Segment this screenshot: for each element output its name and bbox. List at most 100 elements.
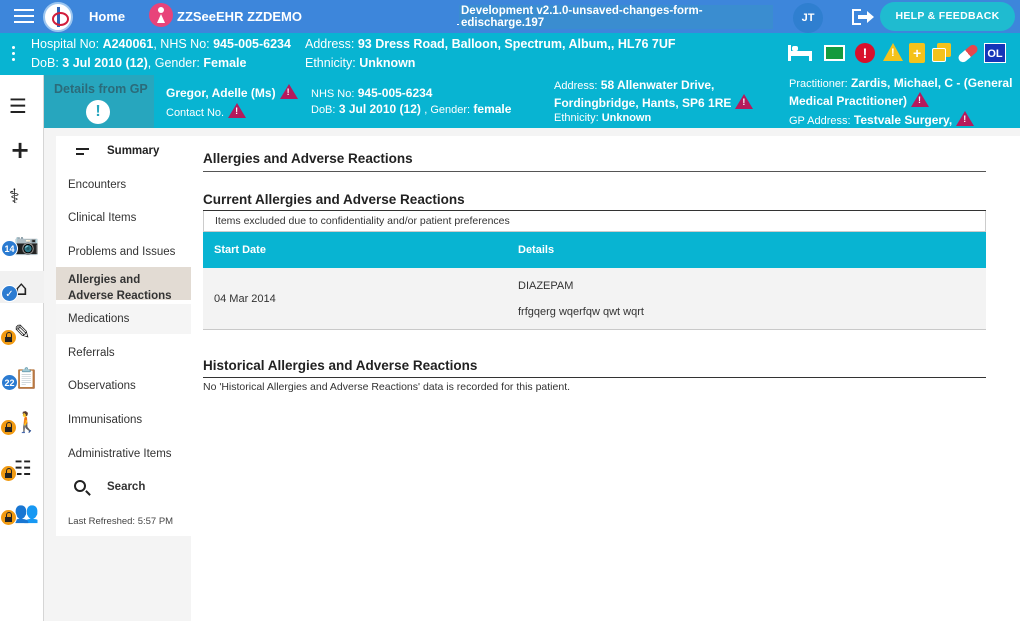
checklist-icon: ☷: [14, 456, 32, 480]
gp-surgery-label: GP Address:: [789, 115, 851, 127]
alert-icon[interactable]: !: [855, 43, 875, 63]
banner-line-2: DoB: 3 Jul 2010 (12), Gender: Female: [31, 56, 247, 70]
nav-label: Allergies and Adverse Reactions: [68, 274, 172, 302]
gp-practitioner-2: Medical Practitioner): [789, 92, 930, 108]
app-logo: [43, 2, 73, 32]
gp-ethnicity-label: Ethnicity:: [554, 112, 599, 124]
green-status-icon[interactable]: [824, 45, 845, 61]
row-detail-note: frfgqerg wqerfqw qwt wqrt: [518, 306, 644, 318]
row-detail-name: DIAZEPAM: [518, 280, 574, 292]
ol-badge[interactable]: OL: [984, 43, 1006, 63]
table-row[interactable]: 04 Mar 2014 DIAZEPAM frfgqerg wqerfqw qw…: [203, 268, 986, 330]
nav-referrals[interactable]: Referrals: [56, 338, 191, 368]
main-content: Allergies and Adverse Reactions Current …: [191, 136, 1020, 621]
stethoscope-icon: ⚕: [9, 184, 20, 208]
rail-list-item[interactable]: ☰: [0, 89, 44, 119]
rail-home-item[interactable]: ⌂ ✓: [0, 271, 44, 303]
address-label: Address:: [305, 37, 355, 51]
column-details[interactable]: Details: [518, 244, 554, 256]
gp-dob-value: 3 Jul 2010 (12): [338, 102, 421, 116]
nav-search-label: Search: [107, 481, 146, 493]
historical-empty-message: No 'Historical Allergies and Adverse Rea…: [203, 381, 571, 393]
rail-photos-item[interactable]: 📷 14: [0, 227, 44, 257]
home-link[interactable]: Home: [89, 9, 125, 24]
rail-clinical-item[interactable]: ⚕: [0, 179, 44, 209]
warning-triangle-icon[interactable]: [911, 92, 930, 107]
record-nav-panel: Summary Encounters Clinical Items Proble…: [56, 136, 191, 536]
gp-address: Address: 58 Allenwater Drive,: [554, 78, 714, 92]
banner-ethnicity: Ethnicity: Unknown: [305, 56, 415, 70]
gp-address-line2: Fordingbridge, Hants, SP6 1RE: [554, 96, 732, 110]
patient-name[interactable]: ZZSeeEHR ZZDEMO: [177, 9, 302, 24]
nav-summary[interactable]: Summary: [56, 136, 191, 168]
photos-count-badge: 14: [1, 240, 18, 257]
environment-box: Development v2.1.0-unsaved-changes-form-…: [457, 3, 773, 29]
gp-practitioner-label: Practitioner:: [789, 78, 848, 90]
info-alert-icon[interactable]: !: [86, 100, 110, 124]
lock-icon: [0, 419, 17, 436]
warning-triangle-icon[interactable]: [956, 111, 975, 126]
warning-icon[interactable]: !: [883, 43, 903, 61]
banner-address: Address: 93 Dress Road, Balloon, Spectru…: [305, 37, 676, 51]
plus-icon: +: [10, 136, 31, 164]
nav-administrative-items[interactable]: Administrative Items: [56, 439, 191, 469]
warning-triangle-icon[interactable]: [735, 94, 754, 109]
page-title: Allergies and Adverse Reactions: [203, 151, 413, 166]
patient-banner: Hospital No: A240061, NHS No: 945-005-62…: [0, 33, 1020, 75]
user-avatar[interactable]: JT: [793, 3, 823, 33]
gp-address-2: Fordingbridge, Hants, SP6 1RE: [554, 94, 754, 110]
more-options-icon[interactable]: [12, 46, 16, 64]
nav-immunisations[interactable]: Immunisations: [56, 405, 191, 435]
rail-add-item[interactable]: +: [0, 135, 44, 165]
column-start-date[interactable]: Start Date: [214, 244, 266, 256]
ethnicity-value: Unknown: [359, 56, 416, 70]
camera-icon: 📷: [14, 232, 39, 256]
gp-nhs: NHS No: 945-005-6234: [311, 86, 432, 100]
medication-pill-icon[interactable]: [956, 42, 980, 65]
nav-observations[interactable]: Observations: [56, 371, 191, 401]
nav-allergies[interactable]: Allergies and Adverse Reactions: [56, 267, 191, 302]
help-feedback-button[interactable]: HELP & FEEDBACK: [880, 2, 1015, 31]
rail-meeting-item[interactable]: 👥: [0, 495, 44, 526]
nav-label: Medications: [68, 313, 130, 325]
nav-clinical-items[interactable]: Clinical Items: [56, 203, 191, 233]
last-refreshed: Last Refreshed: 5:57 PM: [68, 516, 174, 527]
rail-checklist-item[interactable]: ☷: [0, 451, 44, 482]
gp-name-value: Gregor, Adelle (Ms): [166, 86, 276, 100]
row-start-date: 04 Mar 2014: [214, 293, 276, 305]
rail-notes-item[interactable]: ✎: [0, 315, 44, 346]
nav-summary-label: Summary: [107, 145, 160, 157]
gp-address-line1: 58 Allenwater Drive,: [600, 78, 715, 92]
gp-ethnicity: Ethnicity: Unknown: [554, 112, 651, 124]
address-value: 93 Dress Road, Balloon, Spectrum, Album,…: [357, 37, 676, 51]
lock-icon: [0, 465, 17, 482]
nav-label: Observations: [68, 380, 136, 392]
current-allergies-title: Current Allergies and Adverse Reactions: [203, 192, 465, 207]
menu-icon[interactable]: [14, 9, 34, 24]
environment-label: Development v2.1.0-unsaved-changes-form-…: [459, 5, 773, 29]
nav-encounters[interactable]: Encounters: [56, 170, 191, 200]
nav-search[interactable]: Search: [56, 472, 191, 502]
top-bar: Home ZZSeeEHR ZZDEMO Development v2.1.0-…: [0, 0, 1020, 33]
nav-label: Immunisations: [68, 414, 143, 426]
rail-discharge-item[interactable]: 🚶: [0, 405, 44, 436]
nav-label: Encounters: [68, 179, 127, 191]
bed-icon[interactable]: [787, 43, 813, 63]
tasks-count-badge: 22: [1, 374, 18, 391]
gp-details-title: Details from GP: [54, 82, 148, 96]
list-icon: ☰: [9, 94, 27, 118]
rail-tasks-item[interactable]: 📋 22: [0, 361, 44, 391]
nav-problems-issues[interactable]: Problems and Issues: [56, 237, 191, 267]
documents-icon[interactable]: [932, 43, 952, 63]
check-badge: ✓: [1, 285, 18, 302]
warning-triangle-icon[interactable]: [279, 84, 298, 99]
medical-record-icon[interactable]: [909, 43, 925, 63]
lock-icon: [0, 329, 17, 346]
gender-value: Female: [203, 56, 247, 70]
warning-triangle-icon[interactable]: [228, 103, 247, 118]
gp-dob-label: DoB:: [311, 104, 336, 116]
logout-icon[interactable]: [852, 9, 874, 25]
gp-practitioner-line2: Medical Practitioner): [789, 94, 908, 108]
search-icon: [74, 480, 86, 492]
nav-medications[interactable]: Medications: [56, 304, 191, 334]
